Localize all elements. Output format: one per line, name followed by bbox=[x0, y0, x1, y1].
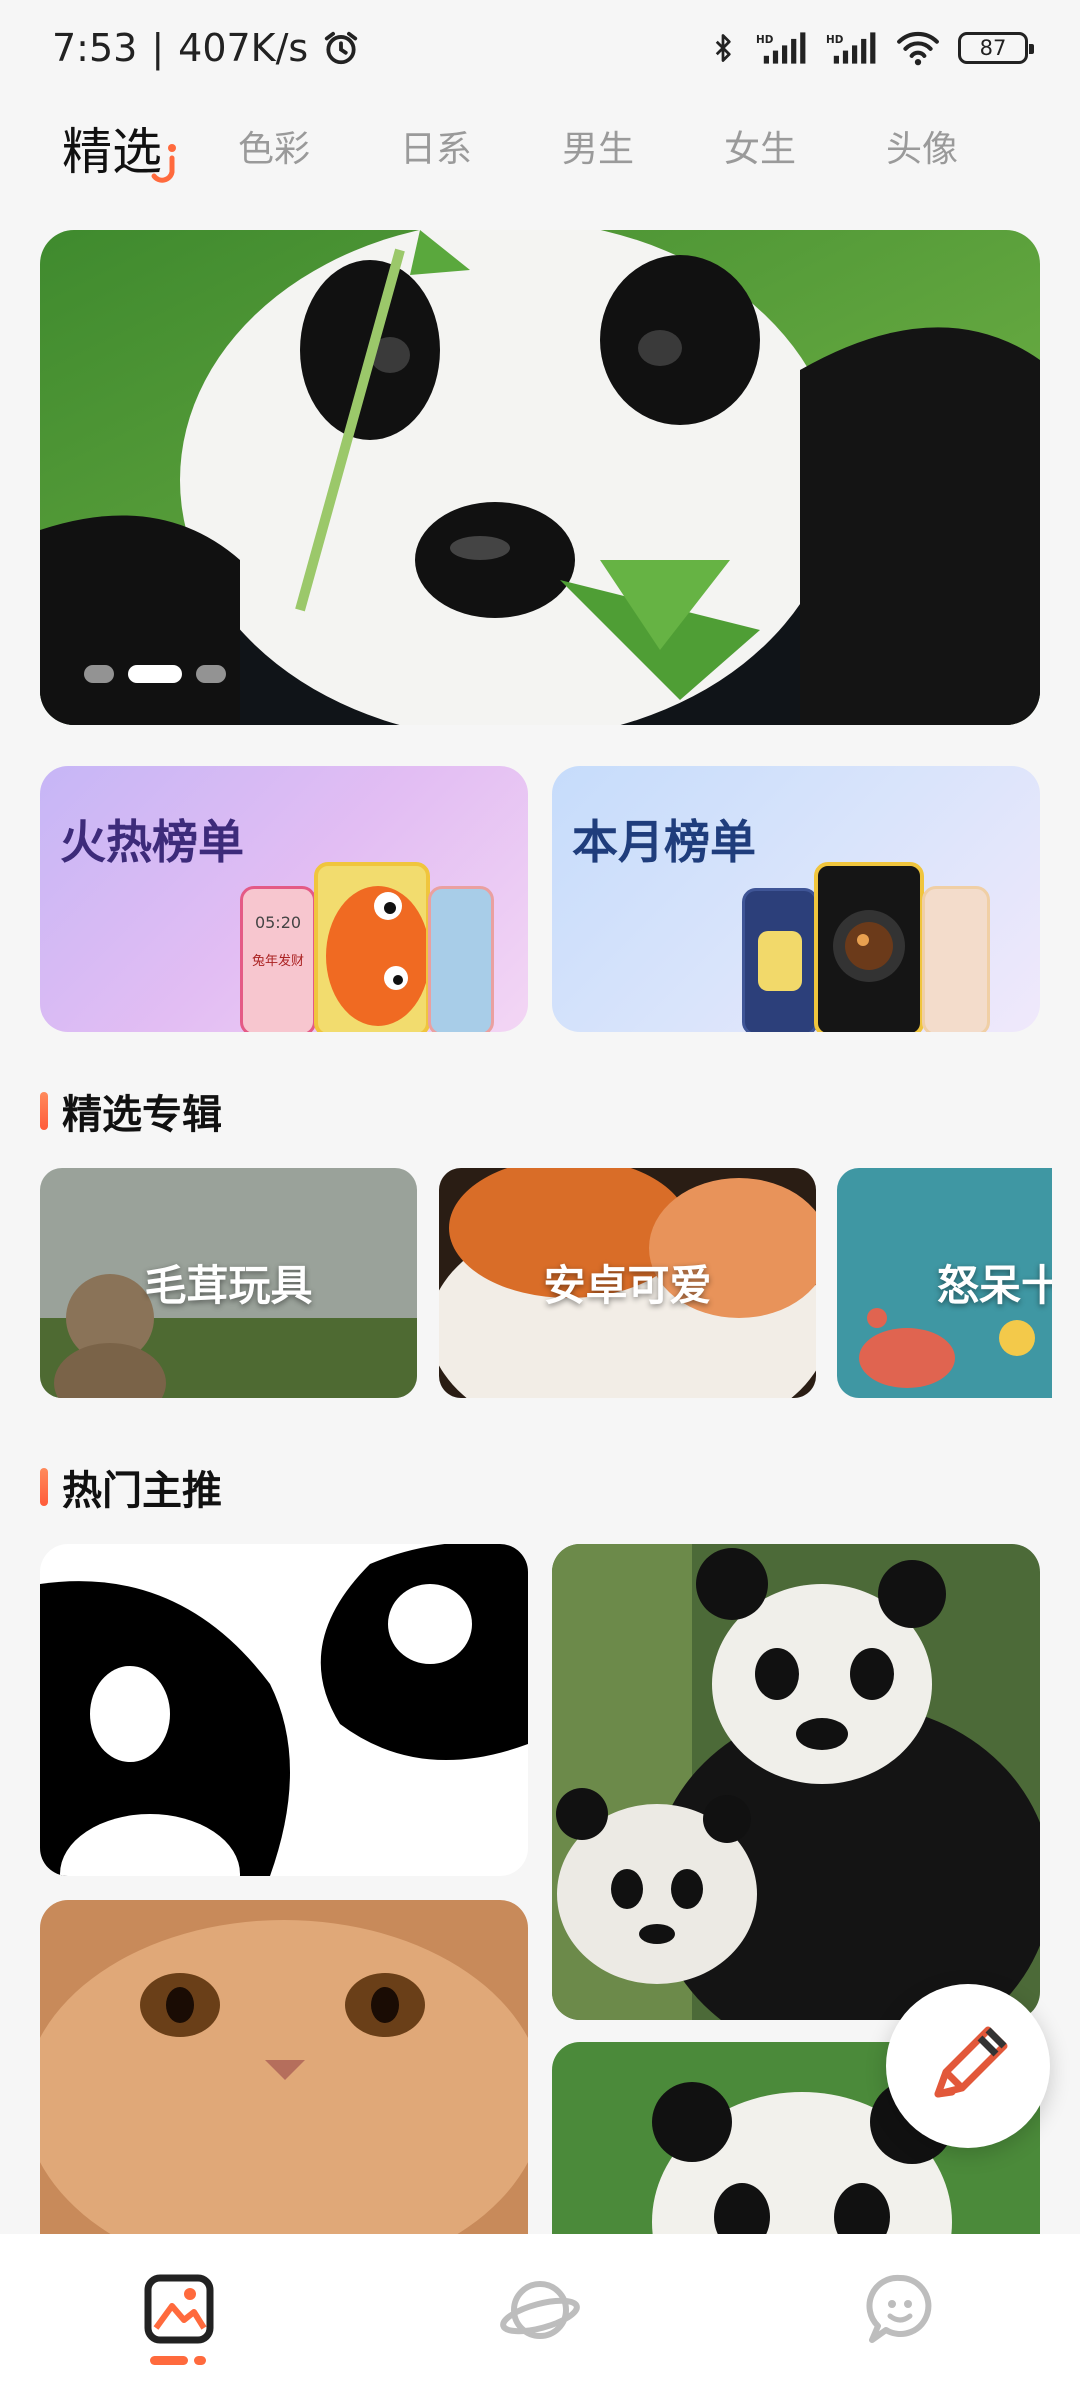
status-bar: 7:53 | 407K/s HD HD 87 bbox=[0, 0, 1080, 96]
edit-fab-button[interactable] bbox=[886, 1984, 1050, 2148]
alarm-icon bbox=[325, 31, 358, 65]
thumb-caption: 兔年发财 bbox=[251, 954, 304, 969]
status-time: 7:53 bbox=[52, 26, 138, 70]
banner-pagination bbox=[84, 665, 226, 683]
wifi-icon bbox=[897, 31, 939, 66]
album-label: 安卓可爱 bbox=[543, 1261, 712, 1310]
signal-hd-icon: HD bbox=[756, 32, 806, 64]
wallpaper-icon[interactable] bbox=[140, 2270, 220, 2350]
wallpaper-tile[interactable] bbox=[40, 1544, 528, 1876]
orange-monster-art bbox=[326, 886, 426, 1026]
battery-level: 87 bbox=[979, 36, 1007, 60]
wallpaper-tile[interactable] bbox=[552, 1544, 1040, 2020]
orange-cat-photo bbox=[40, 1900, 528, 2234]
month-ranking-title: 本月榜单 bbox=[572, 815, 756, 869]
astronaut-art bbox=[833, 910, 905, 982]
svg-text:HD: HD bbox=[826, 34, 844, 46]
tab-japanese[interactable]: 日系 bbox=[400, 120, 472, 172]
hero-banner[interactable] bbox=[40, 230, 1040, 725]
albums-section-header: 精选专辑 bbox=[40, 1082, 222, 1140]
section-accent-bar bbox=[40, 1092, 48, 1130]
wallpaper-thumb: 05:20 兔年发财 bbox=[240, 886, 316, 1032]
thumb-clock: 05:20 bbox=[254, 913, 302, 932]
bluetooth-icon bbox=[715, 34, 731, 62]
month-ranking-card[interactable]: 本月榜单 bbox=[552, 766, 1040, 1032]
wallpaper-thumb bbox=[922, 886, 990, 1032]
active-nav-indicator bbox=[150, 2356, 206, 2366]
pencil-icon bbox=[934, 2026, 1008, 2098]
hot-ranking-title: 火热榜单 bbox=[60, 815, 244, 869]
tab-boys[interactable]: 男生 bbox=[562, 120, 634, 172]
wallpaper-thumb bbox=[428, 886, 494, 1032]
tab-color[interactable]: 色彩 bbox=[238, 120, 310, 172]
tab-avatar[interactable]: 头像 bbox=[886, 120, 958, 172]
hot-section-title: 热门主推 bbox=[62, 1468, 222, 1514]
tab-featured[interactable]: 精选 bbox=[62, 112, 162, 184]
two-pandas-photo bbox=[552, 1544, 1040, 2020]
section-accent-bar bbox=[40, 1468, 48, 1506]
tab-girls[interactable]: 女生 bbox=[724, 120, 796, 172]
planet-icon[interactable] bbox=[500, 2270, 580, 2350]
pagination-dot[interactable] bbox=[84, 665, 114, 683]
album-card-android-cute[interactable]: 安卓可爱 bbox=[439, 1168, 816, 1398]
hot-section-header: 热门主推 bbox=[40, 1458, 222, 1516]
album-label: 毛茸玩具 bbox=[144, 1261, 313, 1310]
signal-hd-icon: HD bbox=[826, 32, 876, 64]
wallpaper-thumb bbox=[814, 862, 924, 1032]
battery-icon: 87 bbox=[958, 32, 1034, 64]
wallpaper-thumb bbox=[742, 888, 818, 1032]
status-right: HD HD 87 bbox=[708, 29, 1034, 67]
status-left: 7:53 | 407K/s bbox=[52, 26, 360, 70]
panda-photo bbox=[40, 230, 1040, 725]
album-card-dumbfounded[interactable]: 怒呆十 bbox=[837, 1168, 1052, 1398]
pagination-dot[interactable] bbox=[196, 665, 226, 683]
panda-silhouette-art bbox=[40, 1544, 528, 1876]
album-card-plush-toys[interactable]: 毛茸玩具 bbox=[40, 1168, 417, 1398]
svg-text:HD: HD bbox=[756, 34, 774, 46]
status-divider: | bbox=[151, 26, 165, 70]
hot-ranking-card[interactable]: 火热榜单 05:20 兔年发财 bbox=[40, 766, 528, 1032]
bottom-navigation bbox=[0, 2234, 1080, 2400]
wallpaper-thumb bbox=[314, 862, 430, 1032]
chat-icon[interactable] bbox=[860, 2270, 940, 2350]
album-label: 怒呆十 bbox=[937, 1261, 1052, 1310]
active-tab-indicator bbox=[151, 144, 176, 183]
wallpaper-tile[interactable] bbox=[40, 1900, 528, 2234]
status-speed: 407K/s bbox=[178, 26, 309, 70]
pagination-dot-active[interactable] bbox=[128, 665, 182, 683]
albums-section-title: 精选专辑 bbox=[62, 1092, 222, 1138]
